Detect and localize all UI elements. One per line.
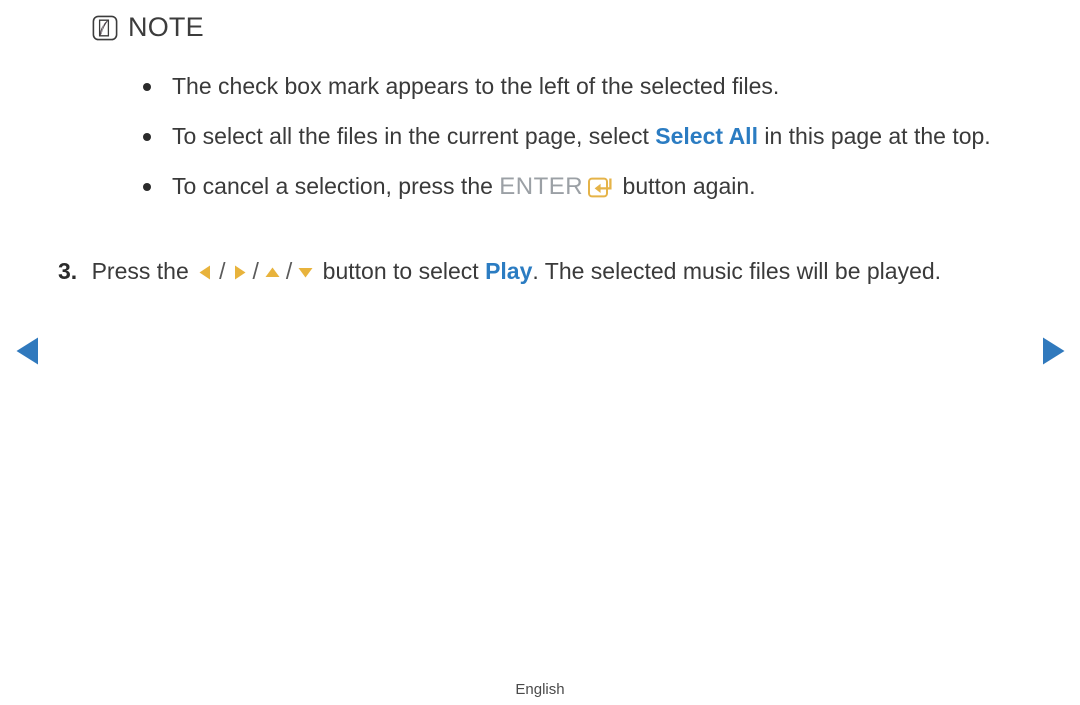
arrow-separator: / (285, 258, 293, 284)
step-text-after: . The selected music files will be playe… (532, 258, 942, 284)
bullet-text-checkbox: The check box mark appears to the left o… (172, 73, 780, 99)
previous-page-arrow[interactable] (14, 335, 42, 367)
step-text-middle: button to select (316, 258, 486, 284)
bullet-dot-icon (143, 133, 151, 141)
note-bullet-list: The check box mark appears to the left o… (136, 62, 1036, 212)
arrow-left-icon (197, 254, 214, 280)
arrow-separator: / (219, 258, 226, 284)
step-item: 3. Press the / / / button to select Play… (58, 252, 1018, 290)
manual-page: NOTE The check box mark appears to the l… (0, 0, 1080, 705)
arrow-separator: / (252, 258, 259, 284)
footer-language: English (515, 681, 565, 698)
bullet-dot-icon (143, 83, 151, 91)
arrow-right-icon (231, 254, 248, 280)
bullet-text-select-all-after: in this page at the top. (757, 123, 991, 149)
list-item: To select all the files in the current p… (136, 112, 1036, 161)
next-page-arrow[interactable] (1039, 335, 1067, 367)
bullet-text-select-all-before: To select all the files in the current p… (172, 123, 656, 149)
bullet-text-cancel-before: To cancel a selection, press the (172, 173, 500, 199)
step-text-before: Press the (91, 258, 196, 284)
list-item: To cancel a selection, press the ENTER b… (136, 162, 1036, 211)
bullet-dot-icon (143, 183, 151, 191)
note-pen-icon (92, 15, 118, 41)
note-header: NOTE (92, 14, 204, 41)
note-title: NOTE (128, 12, 204, 42)
step-number: 3. (58, 258, 78, 284)
play-label[interactable]: Play (485, 258, 532, 284)
arrow-up-icon (264, 254, 281, 277)
bullet-text-cancel-after: button again. (616, 173, 756, 199)
enter-key-icon (588, 166, 613, 198)
select-all-label[interactable]: Select All (655, 123, 758, 149)
arrow-down-icon (297, 254, 314, 278)
list-item: The check box mark appears to the left o… (136, 62, 1036, 111)
enter-button-label: ENTER (499, 173, 584, 200)
